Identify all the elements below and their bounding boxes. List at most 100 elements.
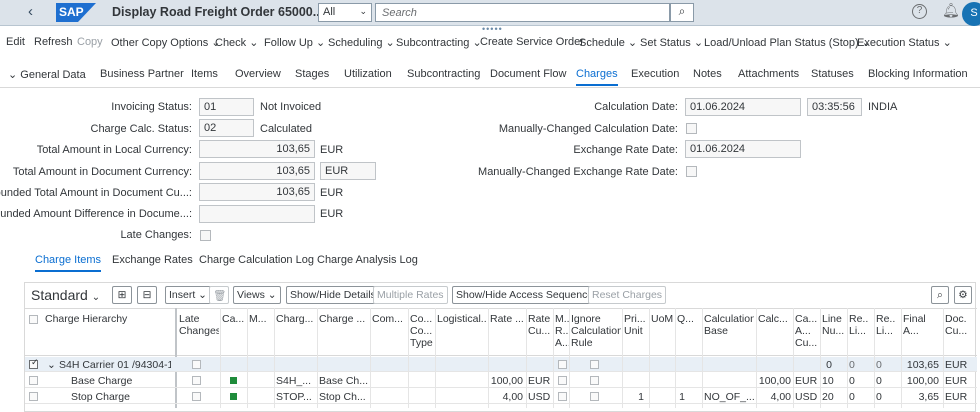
- col-ca[interactable]: Ca...: [222, 313, 246, 325]
- mra-checkbox[interactable]: [558, 360, 567, 369]
- total-doc-currency-field[interactable]: EUR: [320, 162, 376, 180]
- col-charge-hierarchy[interactable]: Charge Hierarchy: [45, 313, 165, 325]
- subtab-charge-items[interactable]: Charge Items: [35, 254, 102, 272]
- rounded-diff-field[interactable]: [199, 205, 315, 223]
- col-late-changes[interactable]: Late Changes: [179, 313, 219, 337]
- col-ignore-calc-rule[interactable]: Ignore Calculation Rule: [571, 313, 621, 349]
- delete-icon[interactable]: 🗑︎: [209, 286, 229, 304]
- col-re-li-2[interactable]: Re... Li...: [876, 313, 896, 337]
- variant-selector[interactable]: Standard ⌄: [31, 287, 100, 303]
- exch-rate-date-field[interactable]: 01.06.2024: [685, 140, 801, 158]
- tab-stages[interactable]: Stages: [295, 68, 329, 80]
- mra-checkbox[interactable]: [558, 376, 567, 385]
- ignore-calc-rule-checkbox[interactable]: [590, 376, 599, 385]
- subcontracting-menu[interactable]: Subcontracting ⌄: [396, 36, 482, 49]
- calc-time-field[interactable]: 03:35:56: [807, 98, 862, 116]
- col-calculation-base[interactable]: Calculation Base: [704, 313, 754, 337]
- subtab-charge-analysis-log[interactable]: Charge Analysis Log: [317, 254, 418, 266]
- load-unload-status-menu[interactable]: Load/Unload Plan Status (Stop) ⌄: [704, 36, 871, 49]
- col-m[interactable]: M...: [249, 313, 273, 325]
- late-changes-checkbox[interactable]: [192, 360, 201, 369]
- collapse-all-icon[interactable]: ⊟: [137, 286, 157, 304]
- calc-date-field[interactable]: 01.06.2024: [685, 98, 801, 116]
- tab-attachments[interactable]: Attachments: [738, 68, 799, 80]
- expand-toggle-icon[interactable]: ⌄: [47, 359, 56, 371]
- bell-icon[interactable]: 🔔︎: [942, 2, 960, 19]
- execution-status-menu[interactable]: Execution Status ⌄: [857, 36, 952, 49]
- schedule-menu[interactable]: Schedule ⌄: [579, 36, 637, 49]
- other-copy-options-menu[interactable]: Other Copy Options ⌄: [111, 36, 221, 49]
- col-co-co-type[interactable]: Co... Co... Type: [410, 313, 434, 349]
- search-input[interactable]: Search: [375, 3, 670, 22]
- tab-subcontracting[interactable]: Subcontracting: [407, 68, 480, 80]
- help-icon[interactable]: ?: [912, 4, 927, 19]
- col-calc[interactable]: Calc...: [758, 313, 790, 325]
- tab-business-partner[interactable]: Business Partner: [100, 68, 184, 80]
- tab-general-data[interactable]: ⌄ General Data: [8, 68, 86, 81]
- refresh-button[interactable]: Refresh: [34, 36, 73, 48]
- col-line-nu[interactable]: Line Nu...: [822, 313, 846, 337]
- tab-utilization[interactable]: Utilization: [344, 68, 392, 80]
- tab-execution[interactable]: Execution: [631, 68, 679, 80]
- ignore-calc-rule-checkbox[interactable]: [590, 392, 599, 401]
- search-scope-select[interactable]: All ⌄: [318, 3, 372, 22]
- col-com[interactable]: Com...: [372, 313, 406, 325]
- col-rate-cu[interactable]: Rate Cu...: [528, 313, 552, 337]
- avatar[interactable]: S: [962, 2, 980, 26]
- ignore-calc-rule-checkbox[interactable]: [590, 360, 599, 369]
- sap-logo[interactable]: SAP: [56, 3, 96, 22]
- col-rate[interactable]: Rate ...: [490, 313, 525, 325]
- col-ca-a-cu[interactable]: Ca... A... Cu...: [795, 313, 819, 349]
- scheduling-menu[interactable]: Scheduling ⌄: [328, 36, 395, 49]
- tab-notes[interactable]: Notes: [693, 68, 722, 80]
- table-row[interactable]: ✓ ⌄ S4H Carrier 01 /94304-1... 0 0 0 103…: [25, 357, 977, 372]
- col-q[interactable]: Q...: [677, 313, 697, 325]
- subtab-exchange-rates[interactable]: Exchange Rates: [112, 254, 193, 266]
- col-logistical[interactable]: Logistical...: [437, 313, 487, 325]
- tab-charges[interactable]: Charges: [576, 68, 618, 86]
- expand-all-icon[interactable]: ⊞: [112, 286, 132, 304]
- tab-blocking-information[interactable]: Blocking Information: [868, 68, 968, 80]
- tab-overview[interactable]: Overview: [235, 68, 281, 80]
- back-icon[interactable]: ‹: [28, 3, 33, 20]
- table-row[interactable]: Stop Charge STOP... Stop Ch... 4,00 USD …: [25, 389, 977, 404]
- settings-icon[interactable]: ⚙︎: [954, 286, 972, 304]
- col-doc-cu[interactable]: Doc. Cu...: [945, 313, 973, 337]
- search-icon[interactable]: ⌕: [670, 3, 694, 22]
- row-select-checkbox[interactable]: [29, 392, 38, 401]
- col-charge[interactable]: Charge ...: [319, 313, 369, 325]
- late-changes-checkbox[interactable]: [192, 376, 201, 385]
- col-uom[interactable]: UoM: [651, 313, 673, 325]
- col-charg[interactable]: Charg...: [276, 313, 316, 325]
- invoicing-status-field[interactable]: 01: [199, 98, 254, 116]
- rounded-total-field[interactable]: 103,65: [199, 183, 315, 201]
- col-re-li-1[interactable]: Re... Li...: [849, 313, 869, 337]
- search-icon[interactable]: ⌕: [931, 286, 949, 304]
- check-menu[interactable]: Check ⌄: [215, 36, 258, 49]
- reset-charges-button[interactable]: Reset Charges: [588, 286, 667, 304]
- show-hide-access-sequence-button[interactable]: Show/Hide Access Sequence: [452, 286, 598, 304]
- late-changes-checkbox[interactable]: [192, 392, 201, 401]
- show-hide-details-button[interactable]: Show/Hide Details: [286, 286, 380, 304]
- tab-items[interactable]: Items: [191, 68, 218, 80]
- manual-calc-date-checkbox[interactable]: [686, 123, 697, 134]
- tab-document-flow[interactable]: Document Flow: [490, 68, 566, 80]
- tab-statuses[interactable]: Statuses: [811, 68, 854, 80]
- charge-calc-status-field[interactable]: 02: [199, 119, 254, 137]
- late-changes-checkbox[interactable]: [200, 230, 211, 241]
- insert-button[interactable]: Insert ⌄: [165, 286, 211, 304]
- subtab-charge-calc-log[interactable]: Charge Calculation Log: [199, 254, 314, 266]
- views-button[interactable]: Views ⌄: [233, 286, 281, 304]
- total-local-field[interactable]: 103,65: [199, 140, 315, 158]
- col-pri-unit[interactable]: Pri... Unit: [624, 313, 648, 337]
- edit-button[interactable]: Edit: [6, 36, 25, 48]
- copy-button[interactable]: Copy: [77, 36, 103, 48]
- app-title[interactable]: Display Road Freight Order 65000...: [112, 5, 323, 19]
- multiple-rates-button[interactable]: Multiple Rates: [373, 286, 448, 304]
- col-m-r-a[interactable]: M... R... A...: [555, 313, 569, 349]
- table-row[interactable]: Base Charge S4H_... Base Ch... 100,00 EU…: [25, 373, 977, 388]
- select-all-checkbox[interactable]: [29, 315, 38, 324]
- row-select-checkbox[interactable]: [29, 376, 38, 385]
- create-service-order-button[interactable]: Create Service Order: [480, 36, 584, 48]
- set-status-menu[interactable]: Set Status ⌄: [640, 36, 703, 49]
